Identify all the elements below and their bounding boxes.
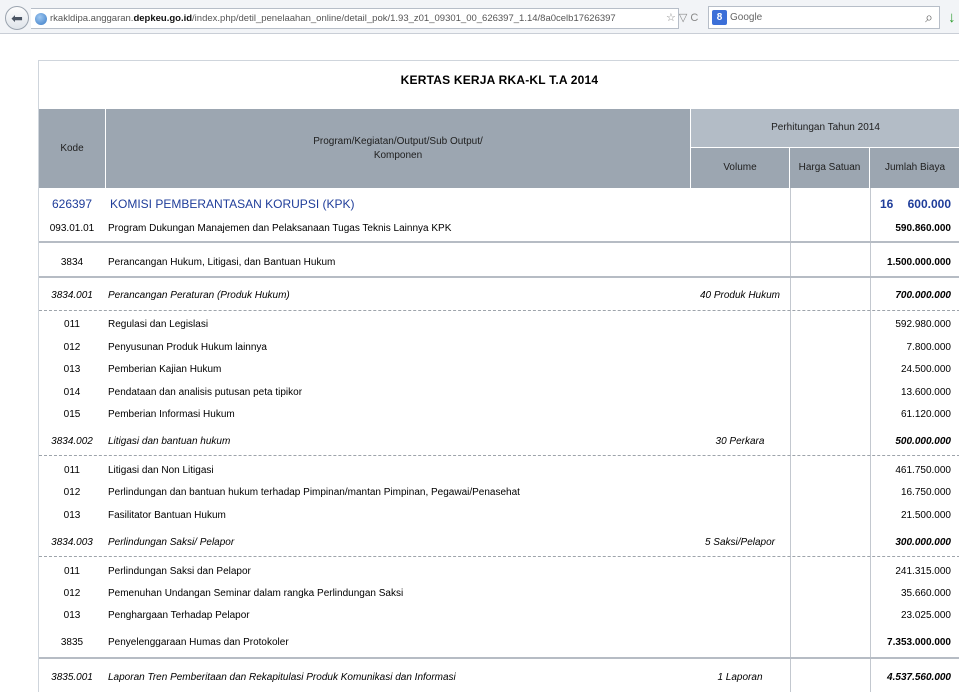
header-perhitungan: Perhitungan Tahun 2014 xyxy=(691,109,959,147)
search-icon[interactable]: ⌕ xyxy=(925,9,933,26)
row-kode: 3834.003 xyxy=(51,537,93,548)
row-desc: Pemenuhan Undangan Seminar dalam rangka … xyxy=(108,588,404,599)
row-desc: Program Dukungan Manajemen dan Pelaksana… xyxy=(108,223,452,234)
col-divider-harga xyxy=(790,188,791,692)
row-separator xyxy=(39,276,959,278)
row-jumlah: 590.860.000 xyxy=(895,223,951,234)
row-jumlah: 7.353.000.000 xyxy=(887,637,951,648)
site-globe-icon xyxy=(35,12,47,25)
address-bar[interactable]: rkakldipa.anggaran. depkeu.go.id/index.ph… xyxy=(31,8,679,29)
back-arrow-icon: ⬅ xyxy=(11,9,23,26)
row-dash-separator xyxy=(39,455,959,456)
browser-toolbar: ⬅ rkakldipa.anggaran. depkeu.go.id/index.… xyxy=(0,0,959,34)
row-volume: 1 Laporan xyxy=(717,672,763,683)
header-harga-satuan: Harga Satuan xyxy=(790,148,869,188)
google-icon: 8 xyxy=(712,10,727,25)
row-desc: Perlindungan Saksi dan Pelapor xyxy=(108,566,251,577)
row-jumlah: 500.000.000 xyxy=(895,436,951,447)
row-desc: Regulasi dan Legislasi xyxy=(108,319,209,330)
row-volume: 5 Saksi/Pelapor xyxy=(704,537,776,548)
row-jumlah: 61.120.000 xyxy=(900,409,951,420)
row-kode: 3834 xyxy=(60,257,84,268)
row-kode: 012 xyxy=(63,342,81,353)
row-jumlah: 241.315.000 xyxy=(895,566,951,577)
row-kode: 3835 xyxy=(60,637,84,648)
row-jumlah: 4.537.560.000 xyxy=(887,672,951,683)
row-desc: Laporan Tren Pemberitaan dan Rekapitulas… xyxy=(108,672,456,683)
row-desc: Penyelenggaraan Humas dan Protokoler xyxy=(108,637,289,648)
row-desc: Litigasi dan Non Litigasi xyxy=(108,465,214,476)
row-jumlah: 16.750.000 xyxy=(900,487,951,498)
row-desc: Penghargaan Terhadap Pelapor xyxy=(108,610,250,621)
row-desc: Litigasi dan bantuan hukum xyxy=(108,436,231,447)
row-kode: 012 xyxy=(63,588,81,599)
row-dash-separator xyxy=(39,310,959,311)
row-desc: Perancangan Hukum, Litigasi, dan Bantuan… xyxy=(108,257,336,268)
search-engine-label: Google xyxy=(730,12,763,23)
row-desc: Perlindungan dan bantuan hukum terhadap … xyxy=(108,487,520,498)
row-separator xyxy=(39,657,959,659)
row-kode: 011 xyxy=(64,465,80,476)
url-path: /index.php/detil_penelaahan_online/detai… xyxy=(192,13,616,24)
row-desc: Perancangan Peraturan (Produk Hukum) xyxy=(108,290,290,301)
row-jumlah: 461.750.000 xyxy=(895,465,951,476)
search-box[interactable]: 8 Google ⌕ xyxy=(708,6,940,29)
header-program-line1: Program/Kegiatan/Output/Sub Output/ xyxy=(313,135,483,147)
header-program-line2: Komponen xyxy=(373,149,423,161)
page-title: KERTAS KERJA RKA-KL T.A 2014 xyxy=(400,73,599,87)
download-icon[interactable]: ↓ xyxy=(948,9,956,26)
url-tools[interactable]: ☆ ▽ C xyxy=(666,11,698,24)
header-kode: Kode xyxy=(39,109,105,188)
row-kode: 014 xyxy=(63,387,81,398)
row-kode: 013 xyxy=(63,364,81,375)
row-volume: 30 Perkara xyxy=(715,436,765,447)
row-kode: 3834.001 xyxy=(51,290,93,301)
url-prefix: rkakldipa.anggaran. xyxy=(50,13,134,24)
header-volume: Volume xyxy=(691,148,789,188)
row-kode: 626397 xyxy=(51,197,93,211)
row-jumlah: 7.800.000 xyxy=(906,342,952,353)
row-jumlah: 1.500.000.000 xyxy=(887,257,951,268)
row-desc: Fasilitator Bantuan Hukum xyxy=(108,510,226,521)
row-kode: 013 xyxy=(63,510,81,521)
row-kode: 093.01.01 xyxy=(49,223,95,234)
row-kode: 013 xyxy=(63,610,81,621)
row-desc: Pemberian Kajian Hukum xyxy=(108,364,222,375)
row-desc: Penyusunan Produk Hukum lainnya xyxy=(108,342,267,353)
row-kode: 011 xyxy=(64,319,80,330)
header-jumlah-biaya: Jumlah Biaya xyxy=(870,148,959,188)
row-desc: KOMISI PEMBERANTASAN KORUPSI (KPK) xyxy=(110,197,355,211)
row-jumlah: 23.025.000 xyxy=(900,610,951,621)
row-dash-separator xyxy=(39,556,959,557)
row-jumlah: 300.000.000 xyxy=(895,537,951,548)
row-jumlah: 700.000.000 xyxy=(895,290,951,301)
row-kode: 3834.002 xyxy=(51,436,93,447)
page-frame: KERTAS KERJA RKA-KL T.A 2014 Kode Progra… xyxy=(38,60,959,692)
row-kode: 012 xyxy=(63,487,81,498)
row-jumlah: 21.500.000 xyxy=(900,510,951,521)
row-separator xyxy=(39,241,959,243)
row-kode: 3835.001 xyxy=(51,672,93,683)
row-desc: Pendataan dan analisis putusan peta tipi… xyxy=(108,387,303,398)
row-jumlah: 24.500.000 xyxy=(900,364,951,375)
row-jumlah: 592.980.000 xyxy=(895,319,951,330)
row-jumlah: 35.660.000 xyxy=(900,588,951,599)
row-kode: 015 xyxy=(63,409,81,420)
row-jumlah: 600.000 xyxy=(907,197,951,211)
header-program: Program/Kegiatan/Output/Sub Output/ Komp… xyxy=(106,109,690,188)
back-button[interactable]: ⬅ xyxy=(5,6,29,30)
url-domain: depkeu.go.id xyxy=(133,13,193,24)
row-volume: 40 Produk Hukum xyxy=(699,290,781,301)
row-desc: Pemberian Informasi Hukum xyxy=(108,409,235,420)
row-desc: Perlindungan Saksi/ Pelapor xyxy=(108,537,235,548)
row-jumlah: 13.600.000 xyxy=(900,387,951,398)
row-kode: 011 xyxy=(64,566,80,577)
